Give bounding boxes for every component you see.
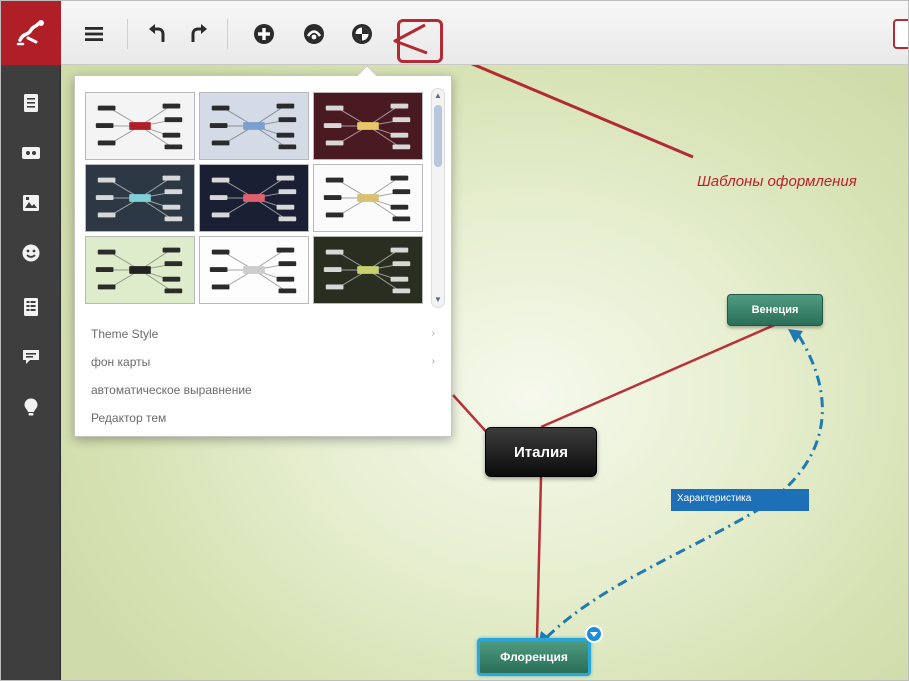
- annotation-arrow-line: [470, 65, 694, 159]
- relationship-line: [545, 330, 824, 639]
- add-icon: [254, 24, 274, 44]
- submenu-arrow-icon: ›: [431, 328, 435, 339]
- idea-icon: [24, 398, 38, 416]
- menu-item-theme-editor[interactable]: Редактор тем: [75, 404, 451, 432]
- outline-icon: [24, 94, 38, 112]
- topic-node-florence[interactable]: Флоренция: [477, 638, 591, 676]
- marker-badge-icon[interactable]: [585, 625, 603, 643]
- sidebar-label-button[interactable]: [1, 131, 61, 175]
- theme-maroon[interactable]: [313, 92, 423, 160]
- sidebar-smiley-button[interactable]: [1, 231, 61, 275]
- theme-scrollbar[interactable]: ▲ ▼: [431, 88, 445, 308]
- menu-item-label: Theme Style: [91, 327, 159, 341]
- logo-icon: [16, 20, 44, 46]
- topic-node-venice[interactable]: Венеция: [727, 294, 823, 326]
- menu-item-label: автоматическое выравнение: [91, 383, 252, 397]
- menu-item-theme-style[interactable]: Theme Style ›: [75, 320, 451, 348]
- annotation-text: Шаблоны оформления: [697, 173, 857, 190]
- theme-white-sketch[interactable]: [199, 236, 309, 304]
- menu-item-label: Редактор тем: [91, 411, 167, 425]
- theme-dropdown: ▲ ▼ Theme Style › фон карты › автоматиче…: [74, 65, 452, 437]
- scroll-up-icon[interactable]: ▲: [433, 91, 443, 101]
- style-button[interactable]: [297, 17, 331, 51]
- app-logo[interactable]: [1, 1, 61, 65]
- toolbar-separator: [127, 19, 128, 49]
- branch-italy-florence: [535, 476, 543, 640]
- toolbar-separator: [227, 19, 228, 49]
- menu-item-label: фон карты: [91, 355, 151, 369]
- theme-blue-gray[interactable]: [199, 92, 309, 160]
- sidebar-idea-button[interactable]: [1, 385, 61, 429]
- menu-item-map-background[interactable]: фон карты ›: [75, 348, 451, 376]
- undo-button[interactable]: [141, 17, 175, 51]
- theme-white-radial[interactable]: [313, 164, 423, 232]
- redo-icon: [191, 24, 207, 42]
- theme-thumbnail-grid: [85, 92, 425, 308]
- theme-dark-olive[interactable]: [313, 236, 423, 304]
- menu-icon: [85, 27, 103, 41]
- annotation-arrowhead-icon: [393, 23, 428, 55]
- palette-icon: [304, 24, 324, 44]
- sidebar-outline-button[interactable]: [1, 81, 61, 125]
- sidebar-comment-button[interactable]: [1, 335, 61, 379]
- undo-icon: [149, 24, 165, 42]
- theme-icon: [352, 24, 372, 44]
- theme-navy[interactable]: [199, 164, 309, 232]
- top-toolbar: [61, 1, 908, 65]
- notes-icon: [24, 298, 38, 316]
- sidebar-notes-button[interactable]: [1, 285, 61, 329]
- image-icon: [23, 195, 39, 211]
- theme-button[interactable]: [345, 17, 379, 51]
- theme-green-light[interactable]: [85, 236, 195, 304]
- mindmap-app: Италия Венеция Флоренция Характеристика …: [0, 0, 909, 681]
- redo-button[interactable]: [181, 17, 215, 51]
- theme-menu: Theme Style › фон карты › автоматическое…: [75, 320, 451, 432]
- theme-light-gray[interactable]: [85, 92, 195, 160]
- menu-item-auto-align[interactable]: автоматическое выравнение: [75, 376, 451, 404]
- central-topic-node[interactable]: Италия: [485, 427, 597, 477]
- scroll-thumb[interactable]: [434, 105, 442, 167]
- scroll-down-icon[interactable]: ▼: [433, 295, 443, 305]
- theme-dark-slate[interactable]: [85, 164, 195, 232]
- sidebar-image-button[interactable]: [1, 181, 61, 225]
- left-sidebar: [1, 1, 61, 680]
- relationship-label[interactable]: Характеристика: [671, 489, 809, 511]
- smiley-icon: [22, 244, 40, 262]
- branch-italy-venice: [540, 321, 780, 429]
- label-icon: [22, 147, 40, 159]
- right-edge-button[interactable]: [893, 19, 908, 49]
- add-topic-button[interactable]: [247, 17, 281, 51]
- comment-icon: [23, 350, 39, 364]
- submenu-arrow-icon: ›: [431, 356, 435, 367]
- menu-button[interactable]: [77, 17, 111, 51]
